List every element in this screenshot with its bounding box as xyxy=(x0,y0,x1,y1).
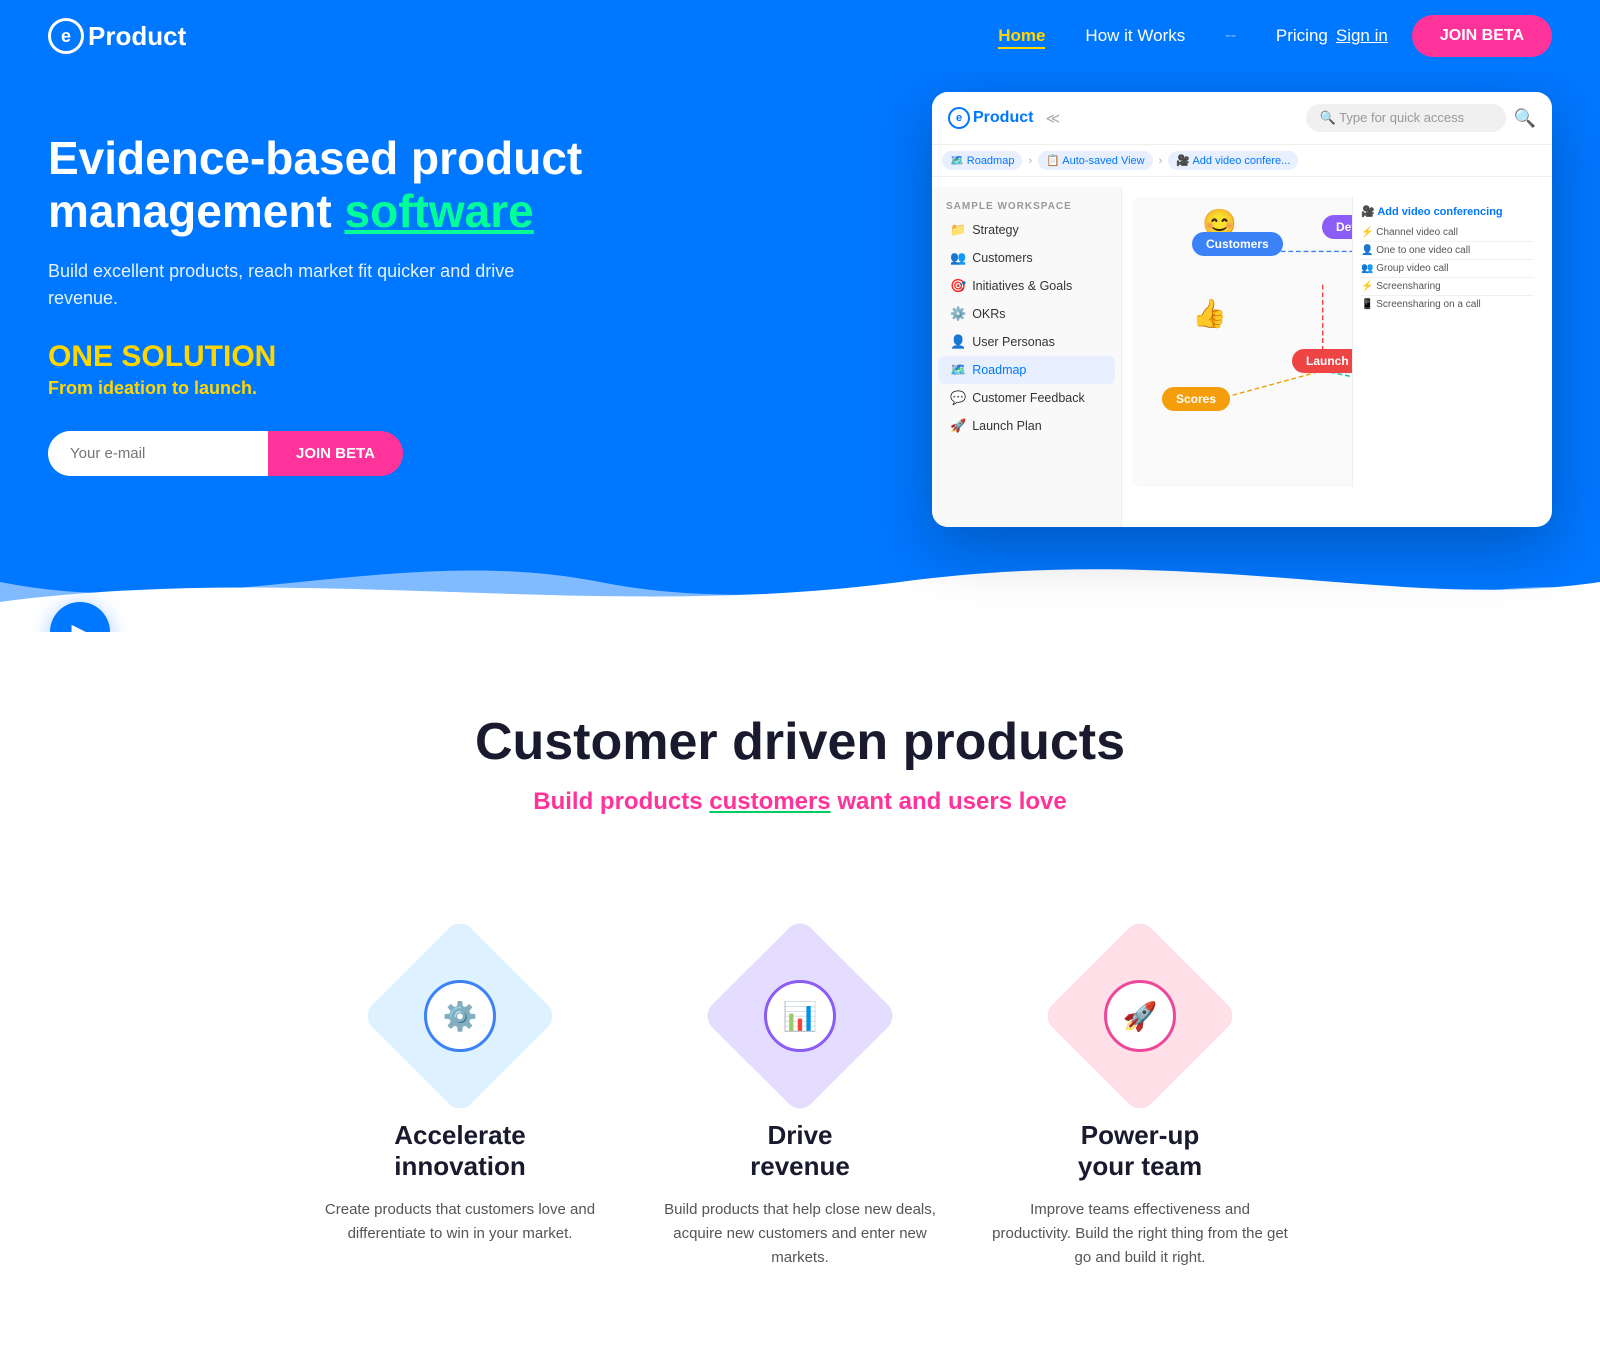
collapse-btn[interactable]: ≪ xyxy=(1045,110,1060,127)
panel-item-5: 📱 Screensharing on a call xyxy=(1361,296,1534,313)
hero-subtitle: Build excellent products, reach market f… xyxy=(48,258,588,312)
bc-roadmap[interactable]: 🗺️ Roadmap xyxy=(942,151,1022,170)
feature-icon-1: ⚙️ xyxy=(424,980,496,1052)
chip-scores: Scores xyxy=(1162,387,1230,411)
app-header: e Product ≪ 🔍 Type for quick access 🔍 xyxy=(932,92,1552,145)
nav-signin[interactable]: Sign in xyxy=(1336,26,1388,46)
sidebar-item-okrs[interactable]: ⚙️ OKRs xyxy=(932,300,1121,328)
hero-title: Evidence-based product management softwa… xyxy=(48,132,588,238)
feature-desc-2: Build products that help close new deals… xyxy=(650,1198,950,1270)
sidebar-item-feedback[interactable]: 💬 Customer Feedback xyxy=(932,384,1121,412)
app-logo: e Product xyxy=(948,107,1033,129)
feature-icon-2: 📊 xyxy=(764,980,836,1052)
right-panel: 🎥 Add video conferencing ⚡ Channel video… xyxy=(1352,197,1542,487)
nav-separator: -- xyxy=(1225,27,1236,44)
hero-section: Evidence-based product management softwa… xyxy=(0,72,1600,632)
hero-left: Evidence-based product management softwa… xyxy=(48,72,588,476)
sidebar-item-roadmap[interactable]: 🗺️ Roadmap xyxy=(938,356,1115,384)
feature-diamond-2: 📊 xyxy=(720,936,880,1096)
folder-icon: 📁 xyxy=(950,222,966,238)
logo[interactable]: e Product xyxy=(48,18,186,54)
app-main: 😊 👍 🚀 🎯 🧑‍🤝‍🧑 Customers Dev Progress Str… xyxy=(1122,187,1552,527)
feature-card-team: 🚀 Power-upyour team Improve teams effect… xyxy=(990,936,1290,1270)
panel-item-4: ⚡ Screensharing xyxy=(1361,278,1534,296)
nav-home[interactable]: Home xyxy=(998,26,1045,49)
section-customer-driven: Customer driven products Build products … xyxy=(0,632,1600,876)
nav-pricing[interactable]: Pricing xyxy=(1276,26,1328,45)
canvas-thumbsup: 👍 xyxy=(1192,297,1227,330)
subtitle-highlight: customers xyxy=(709,788,830,815)
feature-diamond-3: 🚀 xyxy=(1060,936,1220,1096)
breadcrumb: 🗺️ Roadmap › 📋 Auto-saved View › 🎥 Add v… xyxy=(932,145,1552,177)
hero-right: e Product ≪ 🔍 Type for quick access 🔍 🗺️… xyxy=(588,72,1552,527)
feature-card-innovation: ⚙️ Accelerateinnovation Create products … xyxy=(310,936,610,1270)
navbar: e Product Home How it Works -- Pricing S… xyxy=(0,0,1600,72)
roadmap-icon: 🗺️ xyxy=(950,362,966,378)
panel-item-2: 👤 One to one video call xyxy=(1361,242,1534,260)
bc-video[interactable]: 🎥 Add video confere... xyxy=(1168,151,1298,170)
logo-icon: e xyxy=(48,18,84,54)
roadmap-canvas: 😊 👍 🚀 🎯 🧑‍🤝‍🧑 Customers Dev Progress Str… xyxy=(1132,197,1542,487)
feature-icon-3: 🚀 xyxy=(1104,980,1176,1052)
initiatives-icon: 🎯 xyxy=(950,278,966,294)
customers-icon: 👥 xyxy=(950,250,966,266)
join-beta-button[interactable]: JOIN BETA xyxy=(268,431,403,476)
panel-item-1: ⚡ Channel video call xyxy=(1361,224,1534,242)
app-body: SAMPLE WORKSPACE 📁 Strategy 👥 Customers … xyxy=(932,187,1552,527)
nav-join-beta-button[interactable]: JOIN BETA xyxy=(1412,15,1552,57)
section-title: Customer driven products xyxy=(48,712,1552,772)
hero-title-highlight: software xyxy=(345,185,534,237)
nav-links: Home How it Works -- Pricing xyxy=(998,26,1328,46)
feature-title-3: Power-upyour team xyxy=(990,1120,1290,1182)
chip-customers: Customers xyxy=(1192,232,1283,256)
personas-icon: 👤 xyxy=(950,334,966,350)
okrs-icon: ⚙️ xyxy=(950,306,966,322)
feature-diamond-1: ⚙️ xyxy=(380,936,540,1096)
app-search-icon[interactable]: 🔍 xyxy=(1514,108,1536,129)
email-input[interactable] xyxy=(48,431,268,476)
feedback-icon: 💬 xyxy=(950,390,966,406)
app-window: e Product ≪ 🔍 Type for quick access 🔍 🗺️… xyxy=(932,92,1552,527)
app-logo-icon: e xyxy=(948,107,970,129)
sidebar-item-launch[interactable]: 🚀 Launch Plan xyxy=(932,412,1121,440)
launch-icon: 🚀 xyxy=(950,418,966,434)
hero-one-solution: ONE SOLUTION xyxy=(48,340,588,374)
feature-title-2: Driverevenue xyxy=(650,1120,950,1182)
workspace-label: SAMPLE WORKSPACE xyxy=(932,197,1121,216)
feature-card-revenue: 📊 Driverevenue Build products that help … xyxy=(650,936,950,1270)
hero-from-text: From ideation to launch. xyxy=(48,378,588,399)
nav-how-it-works[interactable]: How it Works xyxy=(1085,26,1185,45)
bc-autosaved[interactable]: 📋 Auto-saved View xyxy=(1038,151,1153,170)
logo-text: Product xyxy=(88,21,186,52)
feature-title-1: Accelerateinnovation xyxy=(310,1120,610,1182)
sidebar-item-customers[interactable]: 👥 Customers xyxy=(932,244,1121,272)
feature-desc-3: Improve teams effectiveness and producti… xyxy=(990,1198,1290,1270)
wave-divider xyxy=(0,542,1600,632)
email-form: JOIN BETA xyxy=(48,431,588,476)
panel-title: 🎥 Add video conferencing xyxy=(1361,205,1534,218)
sidebar-item-initiatives[interactable]: 🎯 Initiatives & Goals xyxy=(932,272,1121,300)
features-section: ⚙️ Accelerateinnovation Create products … xyxy=(0,876,1600,1350)
section-subtitle: Build products customers want and users … xyxy=(48,788,1552,816)
app-search-bar: 🔍 Type for quick access xyxy=(1306,104,1506,132)
app-sidebar: SAMPLE WORKSPACE 📁 Strategy 👥 Customers … xyxy=(932,187,1122,527)
sidebar-item-strategy[interactable]: 📁 Strategy xyxy=(932,216,1121,244)
sidebar-item-personas[interactable]: 👤 User Personas xyxy=(932,328,1121,356)
panel-item-3: 👥 Group video call xyxy=(1361,260,1534,278)
feature-desc-1: Create products that customers love and … xyxy=(310,1198,610,1246)
